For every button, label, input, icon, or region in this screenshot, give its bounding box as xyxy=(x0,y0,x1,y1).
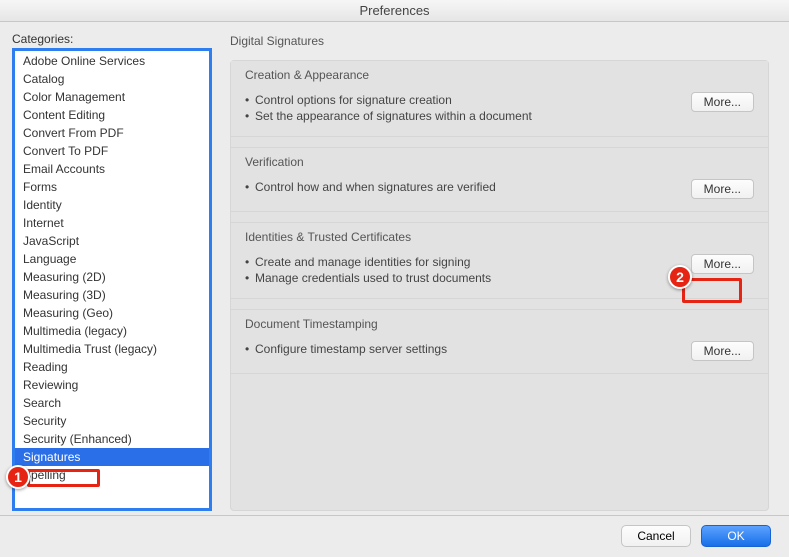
bullet-item: •Control options for signature creation xyxy=(245,92,532,108)
section-bullets: •Create and manage identities for signin… xyxy=(245,254,491,286)
category-item-forms[interactable]: Forms xyxy=(15,178,209,196)
cancel-button[interactable]: Cancel xyxy=(621,525,691,547)
bullet-item: •Create and manage identities for signin… xyxy=(245,254,491,270)
section-header: Verification xyxy=(245,155,754,169)
category-item-color-management[interactable]: Color Management xyxy=(15,88,209,106)
more-button[interactable]: More... xyxy=(691,179,754,199)
more-button[interactable]: More... xyxy=(691,341,754,361)
category-item-language[interactable]: Language xyxy=(15,250,209,268)
main-panel: Digital Signatures Creation & Appearance… xyxy=(212,32,777,511)
pref-section-identities-trusted-certificates: Identities & Trusted Certificates •Create… xyxy=(231,222,768,299)
category-item-measuring-3d-[interactable]: Measuring (3D) xyxy=(15,286,209,304)
category-item-email-accounts[interactable]: Email Accounts xyxy=(15,160,209,178)
section-bullets: •Control options for signature creation•… xyxy=(245,92,532,124)
category-item-adobe-online-services[interactable]: Adobe Online Services xyxy=(15,52,209,70)
section-header: Creation & Appearance xyxy=(245,68,754,82)
category-list[interactable]: Adobe Online ServicesCatalogColor Manage… xyxy=(12,48,212,511)
category-item-content-editing[interactable]: Content Editing xyxy=(15,106,209,124)
pref-section-creation-appearance: Creation & Appearance •Control options fo… xyxy=(231,61,768,137)
category-item-convert-from-pdf[interactable]: Convert From PDF xyxy=(15,124,209,142)
bullet-item: •Manage credentials used to trust docume… xyxy=(245,270,491,286)
category-item-reviewing[interactable]: Reviewing xyxy=(15,376,209,394)
bullet-item: •Control how and when signatures are ver… xyxy=(245,179,496,195)
window-titlebar: Preferences xyxy=(0,0,789,22)
dialog-footer: Cancel OK xyxy=(0,515,789,555)
category-item-multimedia-legacy-[interactable]: Multimedia (legacy) xyxy=(15,322,209,340)
category-item-catalog[interactable]: Catalog xyxy=(15,70,209,88)
pref-section-verification: Verification •Control how and when signat… xyxy=(231,147,768,212)
category-item-identity[interactable]: Identity xyxy=(15,196,209,214)
category-item-spelling[interactable]: Spelling xyxy=(15,466,209,484)
section-header: Identities & Trusted Certificates xyxy=(245,230,754,244)
category-item-security-enhanced-[interactable]: Security (Enhanced) xyxy=(15,430,209,448)
annotation-callout-1: 1 xyxy=(6,465,30,489)
categories-label: Categories: xyxy=(12,32,212,46)
annotation-callout-2: 2 xyxy=(668,265,692,289)
category-item-signatures[interactable]: Signatures xyxy=(15,448,209,466)
ok-button[interactable]: OK xyxy=(701,525,771,547)
window-title: Preferences xyxy=(359,3,429,18)
category-item-measuring-geo-[interactable]: Measuring (Geo) xyxy=(15,304,209,322)
pref-section-document-timestamping: Document Timestamping •Configure timestam… xyxy=(231,309,768,374)
category-item-convert-to-pdf[interactable]: Convert To PDF xyxy=(15,142,209,160)
sidebar: Categories: Adobe Online ServicesCatalog… xyxy=(12,32,212,511)
category-item-search[interactable]: Search xyxy=(15,394,209,412)
section-body: •Configure timestamp server settings More… xyxy=(245,341,754,361)
bullet-item: •Set the appearance of signatures within… xyxy=(245,108,532,124)
category-item-multimedia-trust-legacy-[interactable]: Multimedia Trust (legacy) xyxy=(15,340,209,358)
section-body: •Control options for signature creation•… xyxy=(245,92,754,124)
section-bullets: •Control how and when signatures are ver… xyxy=(245,179,496,195)
bullet-item: •Configure timestamp server settings xyxy=(245,341,447,357)
section-header: Document Timestamping xyxy=(245,317,754,331)
more-button[interactable]: More... xyxy=(691,254,754,274)
category-item-javascript[interactable]: JavaScript xyxy=(15,232,209,250)
section-body: •Control how and when signatures are ver… xyxy=(245,179,754,199)
section-bullets: •Configure timestamp server settings xyxy=(245,341,447,357)
page-title: Digital Signatures xyxy=(230,34,769,48)
category-item-internet[interactable]: Internet xyxy=(15,214,209,232)
category-item-security[interactable]: Security xyxy=(15,412,209,430)
category-item-measuring-2d-[interactable]: Measuring (2D) xyxy=(15,268,209,286)
more-button[interactable]: More... xyxy=(691,92,754,112)
category-item-reading[interactable]: Reading xyxy=(15,358,209,376)
